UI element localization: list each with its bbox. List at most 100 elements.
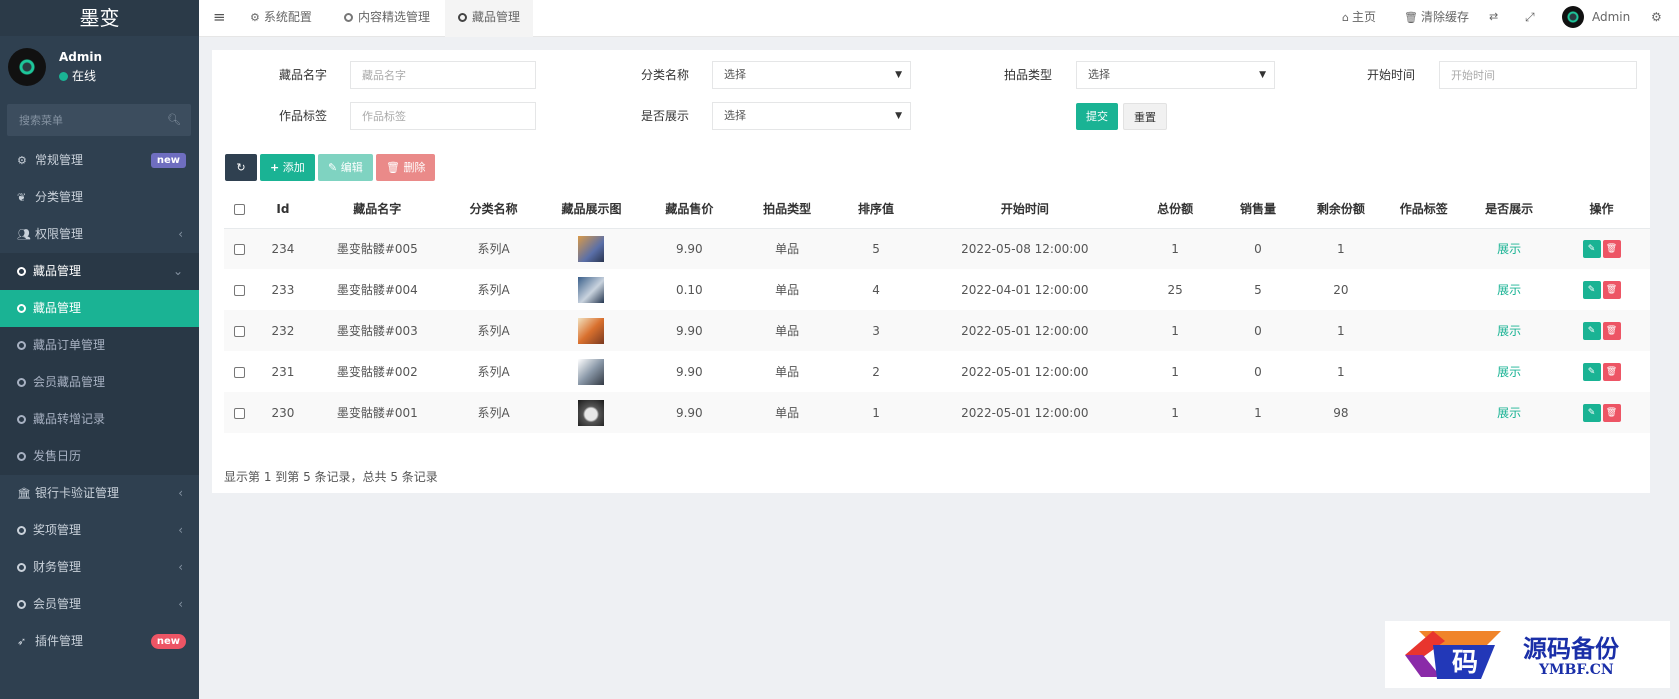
delete-button[interactable]: 🗑︎ 删除 [376,154,436,181]
row-checkbox[interactable] [224,351,256,392]
bank-icon: 🏛︎ [17,487,31,500]
menu-toggle-icon[interactable]: ≡ [213,0,226,37]
column-header[interactable]: 藏品名字 [309,190,445,229]
column-header[interactable]: 排序值 [836,190,916,229]
column-header[interactable]: 作品标签 [1382,190,1466,229]
tab-system-config[interactable]: ⚙ 系统配置 [236,0,326,37]
cell-sort: 5 [872,241,880,256]
filter-category-select[interactable]: 选择 ▼ [712,61,911,89]
column-header[interactable]: 拍品类型 [738,190,837,229]
cell-show[interactable]: 展示 [1465,392,1553,433]
select-all-checkbox[interactable] [224,190,256,229]
sidebar-item-awards[interactable]: 奖项管理 ‹ [0,512,199,549]
sidebar-item-member-collection[interactable]: 会员藏品管理 [0,364,199,401]
cell-thumbnail[interactable] [543,310,641,351]
sidebar-item-collection-group[interactable]: 藏品管理 ⌄ [0,253,199,290]
table-row[interactable]: 231 墨变骷髅#002 系列A 9.90 单品 2 2022-05-01 12… [224,351,1650,392]
filter-start-input[interactable] [1439,61,1637,89]
table-row[interactable]: 233 墨变骷髅#004 系列A 0.10 单品 4 2022-04-01 12… [224,269,1650,310]
settings-gears-icon[interactable]: ⚙ [1651,0,1662,37]
topbar: ≡ ⚙ 系统配置 内容精选管理 藏品管理 ⌂ 主页 🗑︎ 清除缓存 ⇄ ⤢ Admin… [199,0,1679,37]
reset-button[interactable]: 重置 [1123,103,1167,130]
cell-thumbnail[interactable] [543,228,641,269]
row-delete-button[interactable]: 🗑︎ [1602,280,1621,299]
collection-thumbnail[interactable] [578,317,605,344]
collection-thumbnail[interactable] [578,358,605,385]
sidebar-item-category[interactable]: ❦ 分类管理 [0,179,199,216]
filter-show-select[interactable]: 选择 ▼ [712,102,911,130]
caret-down-icon: ▼ [895,70,902,80]
edit-button[interactable]: ✎ 编辑 [318,154,373,181]
row-delete-button[interactable]: 🗑︎ [1602,239,1621,258]
column-header[interactable]: 是否展示 [1465,190,1554,229]
collection-thumbnail[interactable] [578,235,605,262]
column-header[interactable]: 藏品展示图 [542,190,641,229]
sidebar-item-collection[interactable]: 藏品管理 [0,290,199,327]
row-checkbox[interactable] [224,310,256,351]
collection-thumbnail[interactable] [578,276,605,303]
sidebar-item-release-calendar[interactable]: 发售日历 [0,438,199,475]
row-edit-button[interactable]: ✎ [1582,321,1601,340]
row-delete-button[interactable]: 🗑︎ [1602,362,1621,381]
pencil-icon: ✎ [328,161,338,174]
collection-thumbnail[interactable] [578,399,605,426]
cell-show[interactable]: 展示 [1465,351,1553,392]
row-edit-button[interactable]: ✎ [1582,403,1601,422]
filter-tag-input[interactable] [350,102,536,130]
sidebar-item-members[interactable]: 会员管理 ‹ [0,586,199,623]
circle-icon [17,600,26,609]
filter-name-input[interactable] [350,61,536,89]
language-icon[interactable]: ⇄ [1489,0,1498,37]
sidebar-item-collection-orders[interactable]: 藏品订单管理 [0,327,199,364]
tab-content-curation[interactable]: 内容精选管理 [330,0,444,37]
gears-icon: ⚙ [17,154,27,167]
cell-show[interactable]: 展示 [1465,269,1553,310]
refresh-button[interactable]: ↻ [225,154,257,181]
topbar-user[interactable]: Admin [1562,0,1630,37]
tab-collection[interactable]: 藏品管理 [445,0,534,37]
row-delete-button[interactable]: 🗑︎ [1602,321,1621,340]
table-row[interactable]: 234 墨变骷髅#005 系列A 9.90 单品 5 2022-05-08 12… [224,228,1650,269]
column-header[interactable]: 藏品售价 [640,190,739,229]
row-edit-button[interactable]: ✎ [1582,239,1601,258]
column-header[interactable]: 开始时间 [915,190,1134,229]
cell-thumbnail[interactable] [543,351,641,392]
sidebar-item-transfer-records[interactable]: 藏品转增记录 [0,401,199,438]
column-header[interactable]: 剩余份额 [1299,190,1383,229]
cell-thumbnail[interactable] [543,392,641,433]
refresh-icon: ↻ [236,161,246,174]
table-row[interactable]: 232 墨变骷髅#003 系列A 9.90 单品 3 2022-05-01 12… [224,310,1650,351]
cell-thumbnail[interactable] [543,269,641,310]
circle-icon [458,13,467,22]
cell-show[interactable]: 展示 [1465,228,1553,269]
table-row[interactable]: 230 墨变骷髅#001 系列A 9.90 单品 1 2022-05-01 12… [224,392,1650,433]
row-checkbox[interactable] [224,228,256,269]
row-checkbox[interactable] [224,269,256,310]
row-checkbox[interactable] [224,392,256,433]
row-edit-button[interactable]: ✎ [1582,362,1601,381]
cell-remain: 98 [1333,405,1349,420]
column-header[interactable]: 总份额 [1133,190,1217,229]
clear-cache-button[interactable]: 🗑︎ 清除缓存 [1404,0,1469,37]
fullscreen-icon[interactable]: ⤢ [1525,0,1535,37]
column-header[interactable]: 分类名称 [444,190,543,229]
cell-tag [1382,228,1465,269]
sidebar-item-plugins[interactable]: ➶ 插件管理 new [0,623,199,660]
sidebar-item-bank-verify[interactable]: 🏛︎ 银行卡验证管理 ‹ [0,475,199,512]
cell-show[interactable]: 展示 [1465,310,1553,351]
column-header[interactable]: Id [255,190,310,229]
menu-search-input[interactable] [7,104,191,136]
sidebar-item-finance[interactable]: 财务管理 ‹ [0,549,199,586]
add-button[interactable]: + 添加 [260,154,315,181]
sidebar-item-permission[interactable]: 👥︎ 权限管理 ‹ [0,216,199,253]
home-link[interactable]: ⌂ 主页 [1342,0,1376,37]
user-status: 在线 [59,67,96,84]
filter-type-select[interactable]: 选择 ▼ [1076,61,1275,89]
row-delete-button[interactable]: 🗑︎ [1602,403,1621,422]
row-edit-button[interactable]: ✎ [1582,280,1601,299]
column-header[interactable]: 销售量 [1216,190,1300,229]
search-icon[interactable]: 🔍︎ [167,113,181,126]
avatar[interactable] [8,48,46,86]
submit-button[interactable]: 提交 [1076,103,1118,130]
sidebar-item-general[interactable]: ⚙ 常规管理 new [0,142,199,179]
